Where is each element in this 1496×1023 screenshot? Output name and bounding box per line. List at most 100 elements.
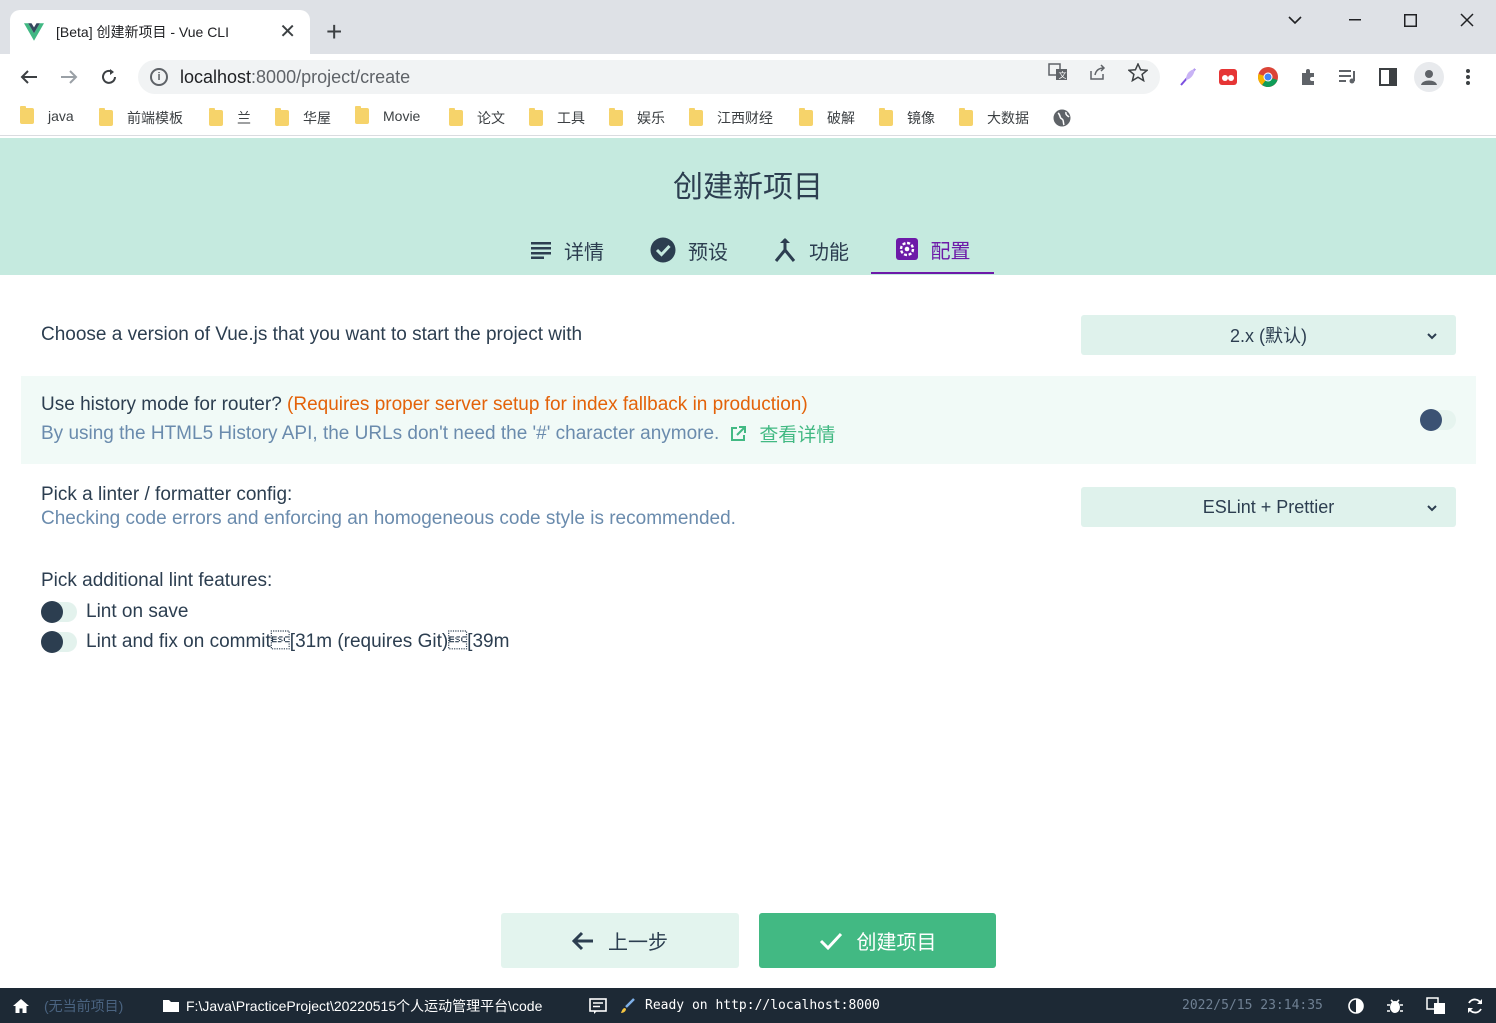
status-bar: (无当前项目) F:\Java\PracticeProject\20220515… [0, 988, 1496, 1023]
site-info-icon[interactable]: i [150, 68, 168, 86]
lint-on-commit-toggle[interactable] [41, 631, 77, 653]
previous-step-label: 上一步 [608, 932, 668, 954]
folder-icon [959, 108, 973, 126]
linter-value: ESLint + Prettier [1202, 496, 1335, 517]
lint-on-save-toggle[interactable] [41, 601, 77, 623]
bookmark-star-icon[interactable] [1127, 62, 1149, 82]
profile-avatar-icon[interactable] [1414, 62, 1444, 92]
bookmark-folder[interactable]: 前端模板 [99, 108, 183, 128]
folder-icon [355, 106, 369, 124]
create-project-button[interactable]: 创建项目 [759, 913, 996, 968]
toggle-knob [1420, 409, 1442, 431]
bookmark-label: java [48, 108, 74, 124]
lint-on-commit-label: Lint and fix on commit[31m (requires Gi… [86, 631, 510, 652]
browser-tab[interactable]: [Beta] 创建新项目 - Vue CLI ✕ [10, 10, 310, 54]
bookmark-label: 华屋 [303, 110, 331, 126]
bookmark-folder[interactable]: java [20, 106, 74, 124]
tab-presets[interactable]: 预设 [646, 226, 732, 274]
bookmark-folder[interactable]: 镜像 [879, 108, 935, 128]
tab-close-icon[interactable]: ✕ [279, 22, 296, 42]
check-icon [819, 931, 843, 951]
history-mode-description: By using the HTML5 History API, the URLs… [41, 422, 720, 444]
bookmark-label: 前端模板 [127, 110, 183, 126]
tab-configuration[interactable]: 配置 [871, 226, 994, 274]
url-path: :8000/project/create [251, 66, 411, 87]
side-panel-icon[interactable] [1377, 66, 1399, 88]
back-arrow-icon[interactable] [14, 62, 44, 92]
folder-icon [163, 999, 179, 1012]
tab-features[interactable]: 功能 [768, 226, 854, 274]
history-mode-toggle[interactable] [1420, 409, 1456, 431]
bookmark-globe[interactable] [1053, 109, 1071, 127]
history-mode-label: Use history mode for router? [41, 394, 282, 415]
bookmark-folder[interactable]: 大数据 [959, 108, 1029, 128]
lint-on-commit-option[interactable]: Lint and fix on commit[31m (requires Gi… [41, 631, 509, 653]
tab-title: [Beta] 创建新项目 - Vue CLI [56, 24, 229, 40]
dark-mode-icon[interactable] [1348, 988, 1364, 1023]
bookmark-folder[interactable]: 江西财经 [689, 108, 773, 128]
bookmark-folder[interactable]: 论文 [449, 108, 505, 128]
current-path[interactable]: F:\Java\PracticeProject\20220515个人运动管理平台… [162, 988, 542, 1023]
toggle-knob [41, 601, 63, 623]
bookmark-folder[interactable]: 华屋 [275, 108, 331, 128]
log-icon[interactable] [589, 988, 607, 1023]
chrome-extension-icon[interactable] [1257, 66, 1279, 88]
folder-icon [529, 108, 543, 126]
log-message: Ready on http://localhost:8000 [645, 998, 880, 1013]
bookmark-folder[interactable]: 工具 [529, 108, 585, 128]
minimize-icon[interactable] [1340, 8, 1370, 32]
bookmark-label: 工具 [557, 110, 585, 126]
page-title: 创建新项目 [673, 171, 823, 204]
globe-icon [1053, 109, 1071, 127]
history-mode-prompt[interactable]: Use history mode for router? (Requires p… [21, 376, 1476, 464]
language-icon[interactable] [1426, 988, 1446, 1023]
svg-text:文: 文 [1059, 70, 1067, 80]
linter-select[interactable]: ESLint + Prettier [1081, 487, 1456, 527]
log-status[interactable]: Ready on http://localhost:8000 [620, 988, 880, 1023]
folder-icon [209, 108, 223, 126]
share-icon[interactable] [1087, 62, 1109, 82]
close-window-icon[interactable] [1452, 8, 1482, 32]
brush-icon [621, 997, 635, 1013]
bookmark-folder[interactable]: 兰 [209, 108, 251, 128]
previous-step-button[interactable]: 上一步 [501, 913, 739, 968]
lint-features-label: Pick additional lint features: [41, 570, 273, 591]
bug-icon[interactable] [1386, 988, 1404, 1023]
bookmark-folder[interactable]: 破解 [799, 108, 855, 128]
new-tab-button[interactable]: + [326, 18, 342, 46]
bookmark-folder[interactable]: Movie [355, 106, 420, 124]
menu-kebab-icon[interactable] [1457, 66, 1479, 88]
tab-details[interactable]: 详情 [524, 226, 610, 274]
current-project[interactable]: (无当前项目) [44, 988, 123, 1023]
home-icon[interactable] [12, 988, 30, 1023]
browser-tab-bar: [Beta] 创建新项目 - Vue CLI ✕ + [0, 0, 1496, 54]
media-queue-icon[interactable] [1337, 66, 1359, 88]
chevron-down-icon [1426, 326, 1438, 347]
extensions-puzzle-icon[interactable] [1297, 66, 1319, 88]
folder-icon [689, 108, 703, 126]
tab-search-icon[interactable] [1280, 8, 1310, 32]
red-extension-icon[interactable] [1217, 66, 1239, 88]
history-mode-text: Use history mode for router? (Requires p… [41, 394, 808, 416]
url-text: localhost:8000/project/create [180, 67, 410, 88]
bookmark-label: 论文 [477, 110, 505, 126]
feather-extension-icon[interactable] [1177, 66, 1199, 88]
vue-version-select[interactable]: 2.x (默认) [1081, 315, 1456, 355]
tab-features-label: 功能 [809, 241, 849, 264]
maximize-icon[interactable] [1395, 8, 1425, 32]
bookmark-label: 娱乐 [637, 110, 665, 126]
forward-arrow-icon[interactable] [54, 62, 84, 92]
refresh-icon[interactable] [1466, 988, 1484, 1023]
vue-version-value: 2.x (默认) [1229, 326, 1307, 346]
lint-on-save-option[interactable]: Lint on save [41, 601, 188, 623]
reload-icon[interactable] [94, 62, 124, 92]
history-mode-more-link[interactable]: 查看详情 [729, 420, 835, 447]
bookmark-label: 镜像 [907, 110, 935, 126]
folder-icon [275, 108, 289, 126]
address-bar[interactable]: i localhost:8000/project/create [138, 60, 1160, 94]
bookmark-folder[interactable]: 娱乐 [609, 108, 665, 128]
create-project-label: 创建项目 [856, 932, 937, 954]
folder-icon [449, 108, 463, 126]
current-path-label: F:\Java\PracticeProject\20220515个人运动管理平台… [186, 997, 543, 1014]
translate-icon[interactable]: 文 [1047, 62, 1069, 82]
